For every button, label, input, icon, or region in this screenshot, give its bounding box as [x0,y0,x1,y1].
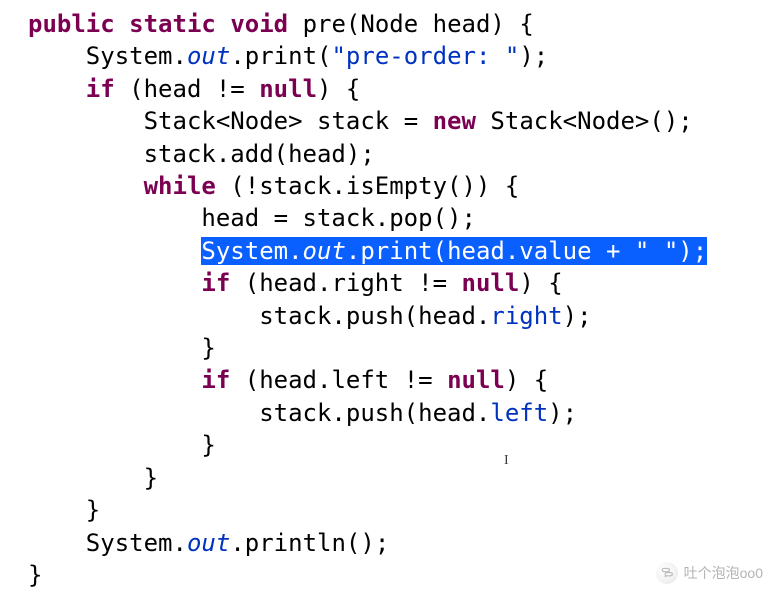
brace-open: { [505,172,519,200]
line-1: public static void pre(Node head) { [28,10,534,38]
eq: = [404,107,418,135]
line-13: stack.push(head.left); [28,399,577,427]
plus: + [592,237,635,265]
print-class: System [86,42,173,70]
line-15: } [28,464,158,492]
kw-if: if [201,366,230,394]
kw-if: if [86,75,115,103]
method-name: pre [303,10,346,38]
line-7: head = stack.pop(); [28,204,476,232]
dot: . [288,237,302,265]
brace-close: } [201,431,215,459]
line-16: } [28,496,100,524]
kw-null: null [259,75,317,103]
wechat-icon [656,562,678,584]
dot: . [173,529,187,557]
line-11: } [28,334,216,362]
brace-open: ) { [505,366,548,394]
if-left-expr: (head.left [245,366,390,394]
println-out: out [187,529,230,557]
print-out: out [303,237,346,265]
brace-close: } [144,464,158,492]
watermark-text: 吐个泡泡oo0 [684,563,763,583]
head-pop: head = stack.pop(); [201,204,476,232]
var-head: head [144,75,202,103]
stack-type: Stack<Node> [144,107,303,135]
brace-close: } [201,334,215,362]
dot: . [173,42,187,70]
param-type: Node [360,10,418,38]
line-18: } [28,561,42,589]
stack-ctor: Stack<Node>() [490,107,678,135]
stack-add: stack.add(head); [144,140,375,168]
text-cursor-icon: I [504,453,509,469]
brace-close: } [28,561,42,589]
push-right-text: stack.push(head. [259,302,490,330]
head-value: head.value [447,237,592,265]
right-field: right [490,302,562,330]
kw-null: null [447,366,505,394]
line-14: } [28,431,216,459]
kw-if: if [201,269,230,297]
line-2: System.out.print("pre-order: "); [28,42,548,70]
highlighted-selection: System.out.print(head.value + " "); [201,237,707,265]
line-5: stack.add(head); [28,140,375,168]
kw-new: new [433,107,476,135]
code-block: public static void pre(Node head) { Syst… [0,0,773,591]
op-neq: != [404,366,433,394]
line-12: if (head.left != null) { [28,366,548,394]
line-3: if (head != null) { [28,75,360,103]
push-left-text: stack.push(head. [259,399,490,427]
op-neq: != [216,75,245,103]
while-cond: (!stack.isEmpty()) [230,172,490,200]
print-class: System [201,237,288,265]
dot: . [230,42,244,70]
print-method: print [245,42,317,70]
param-name: head [433,10,491,38]
close: ); [548,399,577,427]
line-10: stack.push(head.right); [28,302,592,330]
watermark: 吐个泡泡oo0 [656,562,763,584]
brace-open: ) { [519,269,562,297]
kw-null: null [462,269,520,297]
string-preorder: "pre-order: " [331,42,519,70]
line-17: System.out.println(); [28,529,389,557]
stack-var: stack [317,107,389,135]
dot: . [346,237,360,265]
print-method: print [360,237,432,265]
println-method: println() [245,529,375,557]
line-4: Stack<Node> stack = new Stack<Node>(); [28,107,693,135]
brace-open: { [346,75,360,103]
println-class: System [86,529,173,557]
kw-static: static [129,10,216,38]
left-field: left [490,399,548,427]
dot: . [230,529,244,557]
close: ); [563,302,592,330]
print-out: out [187,42,230,70]
brace-close: } [86,496,100,524]
line-9: if (head.right != null) { [28,269,563,297]
op-neq: != [418,269,447,297]
kw-public: public [28,10,115,38]
line-6: while (!stack.isEmpty()) { [28,172,519,200]
brace-open: { [519,10,533,38]
line-8: System.out.print(head.value + " "); [28,237,707,265]
string-space: " " [635,237,678,265]
kw-void: void [230,10,288,38]
if-right-expr: (head.right [245,269,404,297]
kw-while: while [144,172,216,200]
